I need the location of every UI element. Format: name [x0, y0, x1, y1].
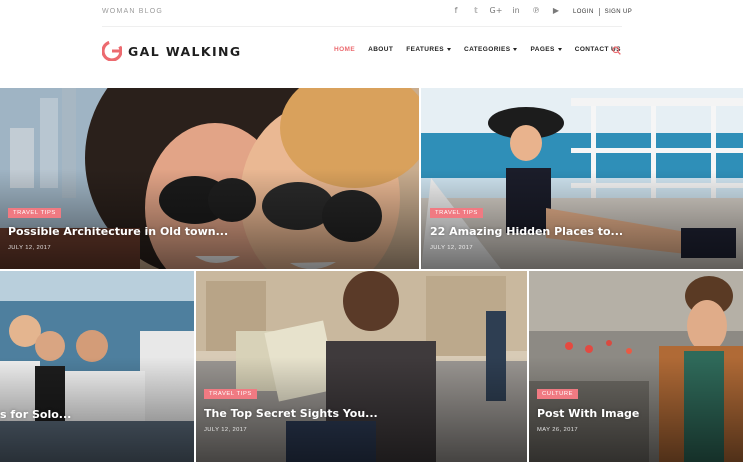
category-badge[interactable]: TRAVEL TIPS	[8, 208, 61, 218]
facebook-icon[interactable]: f	[446, 6, 466, 15]
post-card[interactable]: s for Solo...	[0, 271, 194, 462]
auth-links: LOGIN SIGN UP	[573, 8, 632, 16]
google-plus-icon[interactable]: G+	[486, 6, 506, 15]
auth-divider	[598, 8, 600, 16]
top-bar: WOMAN BLOG f 𝕥 G+ in ℗ ▶ LOGIN SIGN UP	[0, 0, 743, 26]
category-badge[interactable]: CULTURE	[537, 389, 579, 399]
post-date: MAY 26, 2017	[537, 427, 579, 433]
signup-link[interactable]: SIGN UP	[605, 9, 632, 15]
image-overlay	[0, 169, 419, 269]
nav-categories-label: CATEGORIES	[463, 46, 511, 53]
post-title[interactable]: Post With Image	[537, 407, 639, 420]
post-card[interactable]: TRAVEL TIPS Possible Architecture in Old…	[0, 88, 419, 269]
social-links: f 𝕥 G+ in ℗ ▶	[446, 6, 566, 15]
search-icon[interactable]	[612, 46, 621, 55]
main-nav: HOME ABOUT FEATURES CATEGORIES PAGES CON…	[334, 46, 634, 53]
youtube-icon[interactable]: ▶	[546, 6, 566, 15]
nav-home[interactable]: HOME	[334, 46, 355, 53]
pinterest-icon[interactable]: ℗	[526, 6, 546, 15]
post-card[interactable]: CULTURE Post With Image MAY 26, 2017	[529, 271, 743, 462]
site-tagline: WOMAN BLOG	[102, 8, 164, 15]
post-title[interactable]: Possible Architecture in Old town...	[8, 225, 228, 238]
post-title[interactable]: 22 Amazing Hidden Places to...	[430, 225, 623, 238]
site-header: GAL WALKING HOME ABOUT FEATURES CATEGORI…	[0, 27, 743, 88]
logo-text: GAL WALKING	[128, 43, 242, 59]
post-title[interactable]: The Top Secret Sights You...	[204, 407, 378, 420]
login-link[interactable]: LOGIN	[573, 9, 594, 15]
post-card[interactable]: TRAVEL TIPS The Top Secret Sights You...…	[196, 271, 527, 462]
logo-mark-icon	[102, 41, 122, 61]
post-date: JULY 12, 2017	[204, 427, 248, 433]
post-title[interactable]: s for Solo...	[0, 408, 71, 421]
image-overlay	[421, 169, 743, 269]
category-badge[interactable]: TRAVEL TIPS	[430, 208, 483, 218]
nav-pages[interactable]: PAGES	[530, 46, 562, 53]
linkedin-icon[interactable]: in	[506, 6, 526, 15]
site-logo[interactable]: GAL WALKING	[102, 41, 242, 61]
post-date: JULY 12, 2017	[8, 245, 52, 251]
nav-categories[interactable]: CATEGORIES	[464, 46, 518, 53]
nav-features[interactable]: FEATURES	[406, 46, 451, 53]
twitter-icon[interactable]: 𝕥	[466, 6, 486, 15]
nav-pages-label: PAGES	[530, 46, 555, 53]
post-card[interactable]: TRAVEL TIPS 22 Amazing Hidden Places to.…	[421, 88, 743, 269]
category-badge[interactable]: TRAVEL TIPS	[204, 389, 257, 399]
nav-about[interactable]: ABOUT	[368, 46, 393, 53]
chevron-down-icon	[557, 47, 562, 51]
post-date: JULY 12, 2017	[430, 245, 474, 251]
chevron-down-icon	[446, 47, 451, 51]
nav-features-label: FEATURES	[406, 46, 444, 53]
chevron-down-icon	[513, 47, 518, 51]
